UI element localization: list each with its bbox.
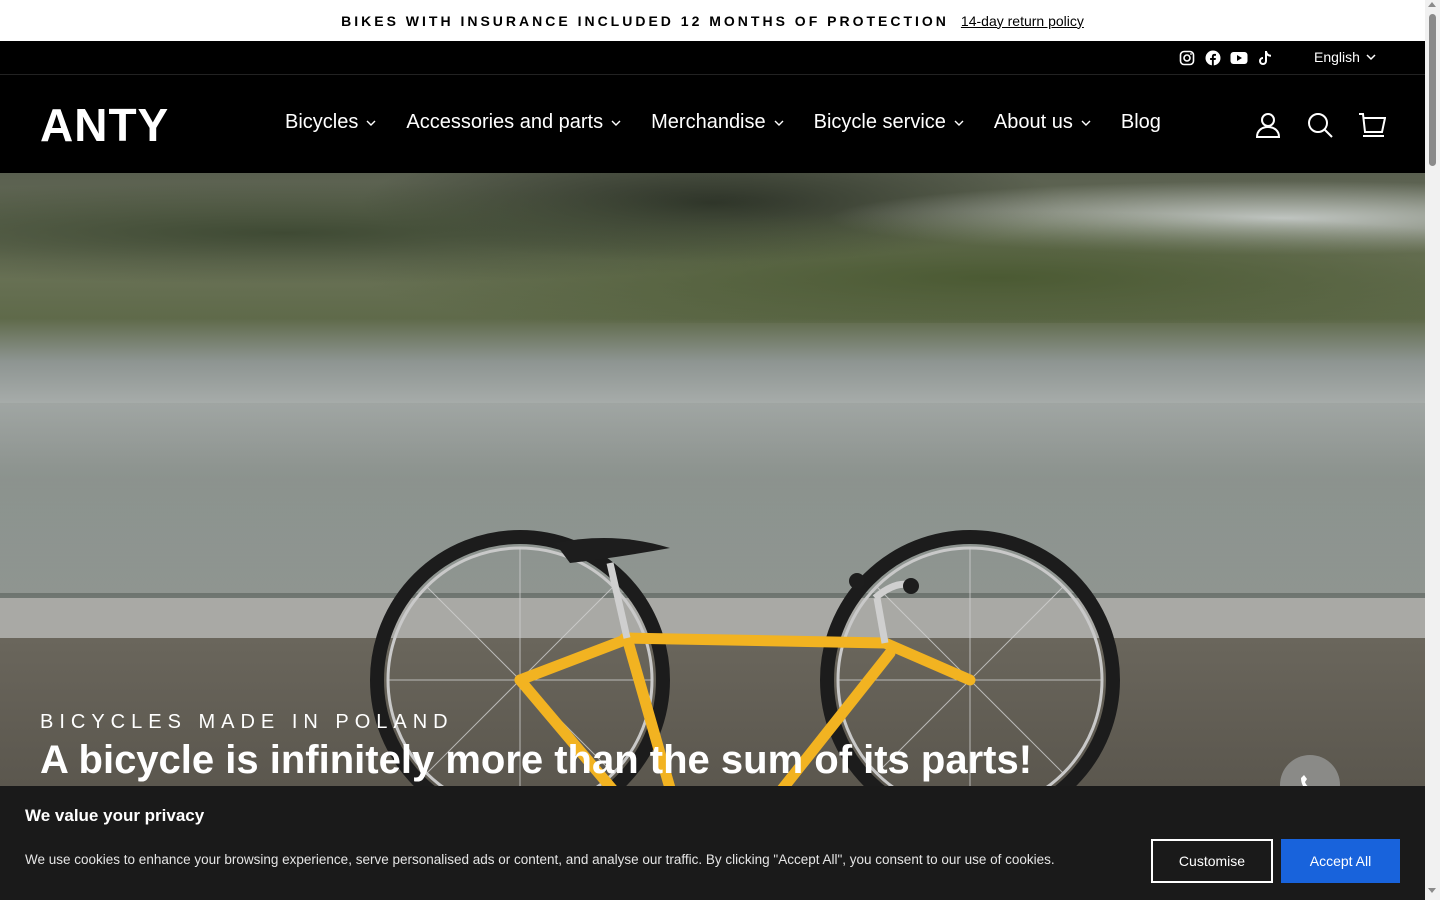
- scroll-up-arrow-icon[interactable]: [1428, 2, 1436, 7]
- account-icon[interactable]: [1254, 111, 1282, 139]
- nav-item-accessories[interactable]: Accessories and parts: [406, 111, 621, 134]
- header-actions: [1254, 111, 1386, 139]
- nav-item-bicycles[interactable]: Bicycles: [285, 111, 376, 134]
- cookie-banner: We value your privacy We use cookies to …: [0, 786, 1425, 900]
- hero-subtitle: BICYCLES MADE IN POLAND: [40, 711, 454, 733]
- site-header: ANTY Bicycles Accessories and parts Merc…: [0, 75, 1425, 173]
- utility-bar: English: [0, 41, 1425, 75]
- scrollbar-thumb[interactable]: [1429, 14, 1436, 166]
- main-nav: Bicycles Accessories and parts Merchandi…: [285, 111, 1161, 134]
- hero-bicycle-image: [370, 530, 1120, 793]
- youtube-icon[interactable]: [1230, 49, 1248, 67]
- instagram-icon[interactable]: [1178, 49, 1196, 67]
- nav-item-label: Merchandise: [651, 111, 766, 133]
- cookie-text: We use cookies to enhance your browsing …: [25, 852, 1055, 867]
- cookie-title: We value your privacy: [25, 806, 205, 825]
- nav-item-merchandise[interactable]: Merchandise: [651, 111, 784, 134]
- site-logo[interactable]: ANTY: [40, 102, 169, 148]
- chevron-down-icon: [611, 120, 621, 126]
- nav-item-label: Bicycle service: [813, 111, 946, 133]
- page-scrollbar[interactable]: [1425, 0, 1440, 900]
- nav-item-label: About us: [993, 111, 1073, 133]
- nav-item-bicycle-service[interactable]: Bicycle service: [814, 111, 964, 134]
- chevron-down-icon: [1366, 53, 1376, 60]
- nav-item-blog[interactable]: Blog: [1121, 111, 1161, 134]
- facebook-icon[interactable]: [1204, 49, 1222, 67]
- announcement-bar: BIKES WITH INSURANCE INCLUDED 12 MONTHS …: [0, 0, 1425, 41]
- nav-item-label: Blog: [1120, 111, 1161, 133]
- language-selector[interactable]: English: [1314, 49, 1376, 65]
- cart-icon[interactable]: [1358, 111, 1386, 139]
- nav-item-label: Accessories and parts: [406, 111, 604, 133]
- nav-item-about-us[interactable]: About us: [994, 111, 1091, 134]
- chevron-down-icon: [1081, 120, 1091, 126]
- hero-title: A bicycle is infinitely more than the su…: [40, 738, 1033, 782]
- scroll-down-arrow-icon[interactable]: [1428, 888, 1436, 893]
- chevron-down-icon: [366, 120, 376, 126]
- tiktok-icon[interactable]: [1256, 49, 1274, 67]
- return-policy-link[interactable]: 14-day return policy: [961, 13, 1084, 29]
- announcement-message: BIKES WITH INSURANCE INCLUDED 12 MONTHS …: [341, 12, 949, 29]
- chevron-down-icon: [774, 120, 784, 126]
- accept-all-button[interactable]: Accept All: [1281, 839, 1400, 883]
- customise-button[interactable]: Customise: [1151, 839, 1273, 883]
- social-links: [1178, 49, 1274, 67]
- chevron-down-icon: [954, 120, 964, 126]
- nav-item-label: Bicycles: [285, 111, 359, 133]
- hero-background-park: [0, 173, 1425, 323]
- search-icon[interactable]: [1306, 111, 1334, 139]
- language-label: English: [1314, 49, 1360, 65]
